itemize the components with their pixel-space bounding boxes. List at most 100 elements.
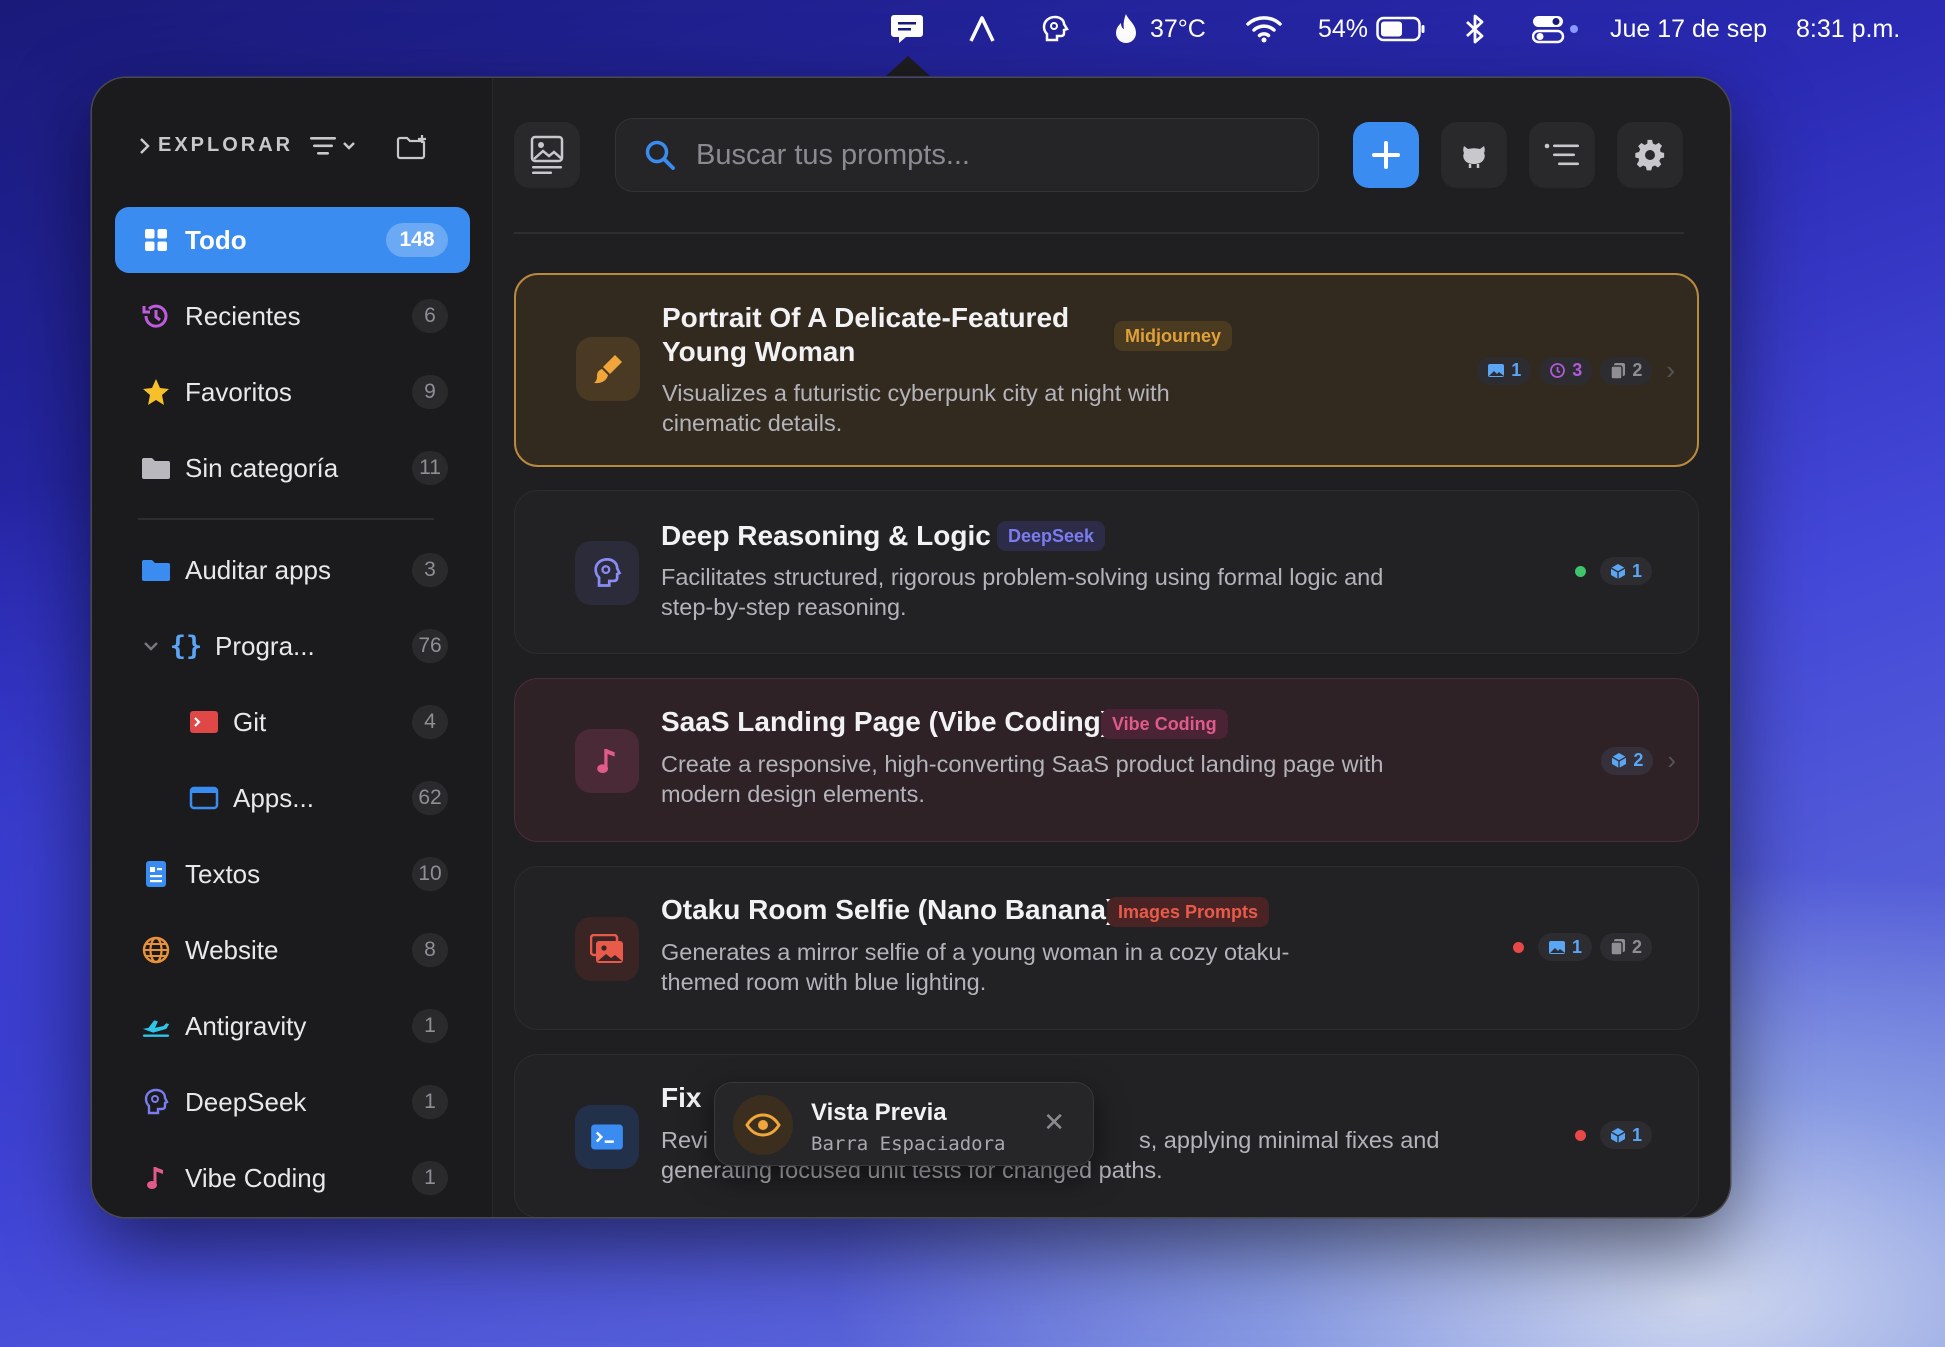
prompt-card[interactable]: Fix Revi s, applying minimal fixes and g… (514, 1054, 1699, 1217)
sidebar-divider (138, 518, 434, 520)
card-description: Create a responsive, high-converting Saa… (661, 751, 1384, 777)
github-icon (1463, 146, 1485, 168)
prompt-card[interactable]: SaaS Landing Page (Vibe Coding) Vibe Cod… (514, 678, 1699, 842)
sidebar-item-label: Sin categoría (185, 452, 339, 483)
card-description: Generates a mirror selfie of a young wom… (661, 939, 1290, 965)
card-description-prefix: Revi (661, 1127, 709, 1153)
model-count-pill: 2 (1601, 746, 1654, 775)
chat-bubble-icon[interactable] (890, 0, 924, 58)
search-icon (645, 140, 675, 170)
time-text[interactable]: 8:31 p.m. (1796, 0, 1900, 58)
chevron-right-icon[interactable]: › (1667, 745, 1676, 776)
prompt-card[interactable]: Deep Reasoning & Logic DeepSeek Facilita… (514, 490, 1699, 654)
close-icon[interactable]: ✕ (1043, 1107, 1065, 1138)
music-note-icon (141, 1163, 171, 1193)
sidebar-item-git[interactable]: Git 4 (115, 689, 470, 755)
gear-icon (1635, 139, 1665, 171)
sidebar-item-label: Progra... (215, 630, 315, 661)
sidebar-item-textos[interactable]: Textos 10 (115, 841, 470, 907)
sidebar-item-programacion[interactable]: {} Progra... 76 (115, 613, 470, 679)
chevron-right-icon[interactable]: › (1666, 355, 1675, 386)
sidebar-item-sin-categoria[interactable]: Sin categoría 11 (115, 435, 470, 501)
search-bar[interactable] (615, 118, 1319, 192)
grid-icon (141, 225, 171, 255)
sidebar-item-recientes[interactable]: Recientes 6 (115, 283, 470, 349)
brain-icon[interactable] (1040, 0, 1070, 58)
github-button[interactable] (1441, 122, 1507, 188)
app-window: EXPLORAR Todo 148 Recientes 6 Favoritos … (92, 78, 1730, 1217)
battery-percent: 54% (1318, 14, 1369, 43)
item-count: 3 (412, 553, 448, 587)
card-meta: 1 (1574, 1121, 1652, 1149)
control-center-icon[interactable] (1532, 0, 1580, 58)
model-count-pill: 1 (1599, 557, 1652, 585)
sidebar-item-antigravity[interactable]: Antigravity 1 (115, 993, 470, 1059)
tag-deepseek[interactable]: DeepSeek (997, 521, 1106, 551)
prompt-card[interactable]: Portrait Of A Delicate-Featured Young Wo… (514, 273, 1699, 467)
sidebar-item-auditar-apps[interactable]: Auditar apps 3 (115, 537, 470, 603)
wifi-icon[interactable] (1246, 0, 1282, 58)
tag-vibe-coding[interactable]: Vibe Coding (1101, 709, 1228, 739)
battery-icon[interactable] (1376, 0, 1426, 58)
sidebar-item-label: Auditar apps (185, 554, 331, 585)
image-icon (1488, 364, 1505, 377)
history-icon (141, 301, 171, 331)
sidebar-item-todo[interactable]: Todo 148 (115, 207, 470, 273)
status-dot (1512, 941, 1524, 953)
card-description: Visualizes a futuristic cyberpunk city a… (662, 380, 1170, 406)
pill-value: 2 (1631, 936, 1642, 957)
item-count: 62 (412, 781, 448, 815)
pill-value: 1 (1631, 1124, 1642, 1145)
preview-toast[interactable]: Vista Previa Barra Espaciadora ✕ (714, 1082, 1094, 1166)
add-prompt-button[interactable] (1353, 122, 1419, 188)
music-note-icon (575, 729, 639, 793)
font-a-icon[interactable] (968, 0, 996, 58)
item-count: 76 (412, 629, 448, 663)
image-view-button[interactable] (514, 122, 580, 188)
card-description-line2: themed room with blue lighting. (661, 969, 987, 995)
sidebar-item-label: Textos (185, 858, 261, 889)
list-view-button[interactable] (1529, 122, 1595, 188)
bluetooth-icon[interactable] (1464, 0, 1486, 58)
card-description-line2: step-by-step reasoning. (661, 594, 907, 620)
item-count: 1 (412, 1085, 448, 1119)
brain-icon (141, 1087, 171, 1117)
sidebar-item-label: Git (233, 706, 267, 737)
card-description: s, applying minimal fixes and (1139, 1127, 1440, 1153)
tag-midjourney[interactable]: Midjourney (1114, 321, 1233, 351)
sort-filter-button[interactable] (310, 136, 356, 156)
chevron-down-icon[interactable] (143, 640, 159, 652)
brush-icon (576, 337, 640, 401)
document-icon (141, 859, 171, 889)
settings-button[interactable] (1617, 122, 1683, 188)
pill-value: 1 (1571, 936, 1582, 957)
card-meta: 1 3 2 › (1477, 355, 1675, 386)
status-dot (1574, 1129, 1586, 1141)
explore-header[interactable]: EXPLORAR (138, 134, 293, 157)
sidebar-item-deepseek[interactable]: DeepSeek 1 (115, 1069, 470, 1135)
item-count: 6 (412, 299, 448, 333)
sidebar-item-label: Favoritos (185, 376, 292, 407)
card-title-line2: Young Woman (662, 336, 856, 367)
tag-images-prompts[interactable]: Images Prompts (1107, 897, 1270, 927)
image-count-pill: 1 (1477, 356, 1532, 385)
flame-icon[interactable] (1114, 0, 1138, 58)
cube-icon (1610, 563, 1626, 579)
popover-caret (886, 56, 930, 76)
sidebar-item-vibe-coding[interactable]: Vibe Coding 1 (115, 1145, 470, 1211)
item-count: 9 (412, 375, 448, 409)
sidebar-item-apps[interactable]: Apps... 62 (115, 765, 470, 831)
search-input[interactable] (694, 137, 1258, 173)
terminal-icon (575, 1105, 639, 1169)
sidebar-item-website[interactable]: Website 8 (115, 917, 470, 983)
sidebar: EXPLORAR Todo 148 Recientes 6 Favoritos … (92, 78, 493, 1217)
brain-icon (575, 541, 639, 605)
sidebar-item-favoritos[interactable]: Favoritos 9 (115, 359, 470, 425)
toast-shortcut: Barra Espaciadora (811, 1133, 1006, 1155)
chevron-right-icon (140, 137, 150, 154)
prompt-card[interactable]: Otaku Room Selfie (Nano Banana) Images P… (514, 866, 1699, 1030)
card-meta: 1 (1574, 557, 1652, 585)
new-folder-button[interactable] (396, 134, 428, 165)
sidebar-item-label: Apps... (233, 782, 314, 813)
card-description-line2: modern design elements. (661, 781, 925, 807)
